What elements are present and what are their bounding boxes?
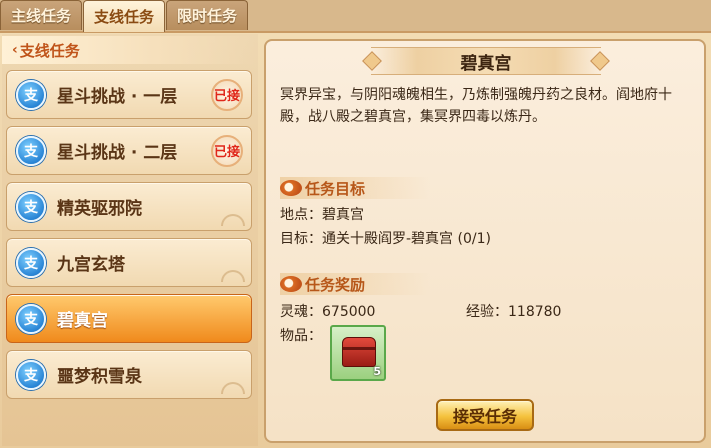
quest-item-5-selected[interactable]: 支 碧真宫 [6, 294, 252, 343]
side-quest-badge-icon: 支 [16, 191, 46, 222]
quest-name: 星斗挑战 · 二层 [57, 143, 178, 163]
diamond-icon [362, 51, 382, 71]
cloud-icon [280, 276, 302, 292]
quest-list-panel: ‹ 支线任务 支 星斗挑战 · 一层 已接 支 星斗挑战 · 二层 已接 支 精… [2, 34, 258, 446]
chevron-left-icon: ‹ [12, 42, 18, 58]
reward-item-slot[interactable]: 5 [330, 325, 386, 381]
reward-header-label: 任务奖励 [305, 275, 366, 294]
reward-header: 任务奖励 [280, 273, 430, 295]
quest-name: 星斗挑战 · 一层 [57, 87, 178, 107]
quest-item-2[interactable]: 支 星斗挑战 · 二层 已接 [6, 126, 252, 175]
accept-quest-button[interactable]: 接受任务 [436, 399, 534, 431]
exp-reward: 经验：118780 [466, 304, 562, 320]
detail-title-banner: 碧真宫 [362, 47, 610, 75]
quest-item-4[interactable]: 支 九宫玄塔 [6, 238, 252, 287]
side-quest-badge-icon: 支 [16, 359, 46, 390]
side-quest-badge-icon: 支 [16, 135, 46, 166]
quest-name: 噩梦积雪泉 [57, 367, 142, 387]
goal-line: 目标：通关十殿阎罗-碧真宫 (0/1) [280, 231, 491, 247]
side-quest-badge-icon: 支 [16, 247, 46, 278]
quest-list-title: 支线任务 [19, 41, 80, 60]
objective-header: 任务目标 [280, 177, 430, 199]
location-line: 地点：碧真宫 [280, 207, 364, 223]
treasure-chest-icon [342, 337, 376, 367]
objective-header-label: 任务目标 [305, 179, 366, 198]
tab-side-quest[interactable]: 支线任务 [83, 0, 165, 32]
taken-stamp: 已接 [211, 78, 243, 111]
items-label: 物品： [280, 328, 322, 344]
side-quest-badge-icon: 支 [16, 303, 46, 334]
item-quantity: 5 [373, 365, 381, 378]
quest-item-1[interactable]: 支 星斗挑战 · 一层 已接 [6, 70, 252, 119]
tab-main-quest[interactable]: 主线任务 [0, 0, 82, 30]
quest-name: 九宫玄塔 [57, 255, 125, 275]
quest-name: 碧真宫 [57, 311, 108, 331]
quest-item-3[interactable]: 支 精英驱邪院 [6, 182, 252, 231]
quest-list-header: ‹ 支线任务 [2, 36, 256, 64]
soul-reward: 灵魂：675000 [280, 304, 376, 320]
taken-stamp: 已接 [211, 134, 243, 167]
quest-item-6[interactable]: 支 噩梦积雪泉 [6, 350, 252, 399]
detail-title: 碧真宫 [460, 53, 512, 74]
quest-description: 冥界异宝，与阴阳魂魄相生，乃炼制强魄丹药之良材。阎地府十殿，战八殿之碧真宫，集冥… [280, 87, 672, 125]
tab-timed-quest[interactable]: 限时任务 [166, 0, 248, 30]
quest-name: 精英驱邪院 [57, 199, 142, 219]
side-quest-badge-icon: 支 [16, 79, 46, 110]
task-tabs: 主线任务 支线任务 限时任务 [0, 0, 249, 32]
cloud-icon [280, 180, 302, 196]
quest-detail-panel: 碧真宫 冥界异宝，与阴阳魂魄相生，乃炼制强魄丹药之良材。阎地府十殿，战八殿之碧真… [264, 39, 706, 443]
diamond-icon [590, 51, 610, 71]
